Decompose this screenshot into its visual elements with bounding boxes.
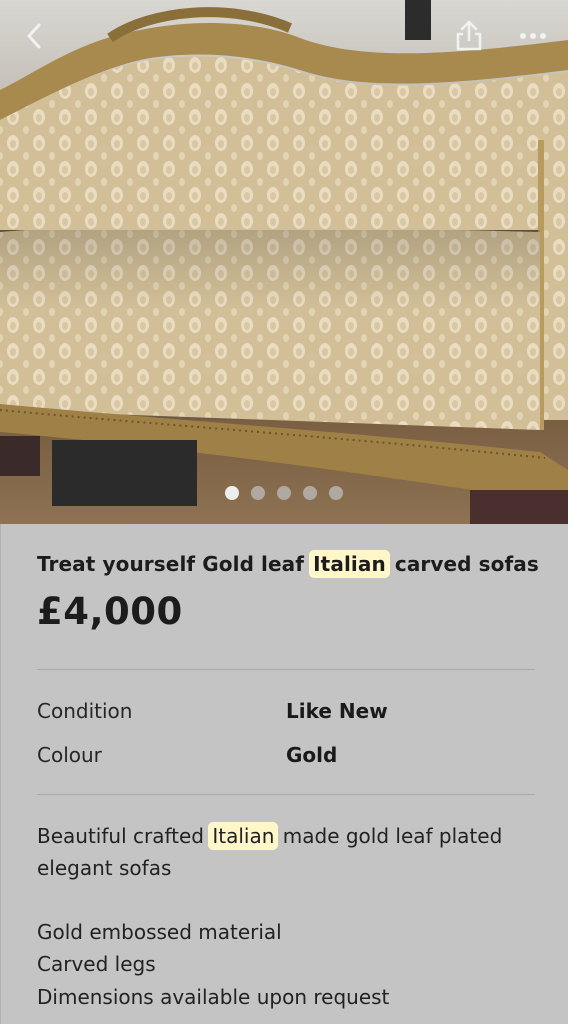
condition-value: Like New: [286, 699, 388, 723]
chevron-left-icon: [27, 23, 41, 49]
pagination-dot[interactable]: [329, 486, 343, 500]
top-navigation: [0, 0, 568, 72]
colour-value: Gold: [286, 743, 338, 767]
listing-title: Treat yourself Gold leaf Italian carved …: [37, 550, 539, 578]
divider: [37, 669, 535, 670]
more-options-button[interactable]: [515, 18, 551, 54]
listing-details: Treat yourself Gold leaf Italian carved …: [0, 524, 568, 1024]
listing-price: £4,000: [37, 590, 183, 633]
description-line: Beautiful crafted Italian made gold leaf…: [37, 820, 502, 852]
pagination-dot[interactable]: [251, 486, 265, 500]
share-button[interactable]: [451, 18, 487, 54]
title-text-start: Treat yourself Gold leaf: [37, 552, 312, 576]
photo-pagination[interactable]: [0, 486, 568, 500]
search-highlight: Italian: [208, 822, 279, 850]
description-line: Carved legs: [37, 952, 156, 976]
description-line: Dimensions available upon request: [37, 985, 390, 1009]
description-line: elegant sofas: [37, 856, 172, 880]
title-text-end: carved sofas: [387, 552, 539, 576]
pagination-dot[interactable]: [277, 486, 291, 500]
description-text-start: Beautiful crafted: [37, 824, 211, 848]
back-button[interactable]: [17, 18, 53, 54]
search-highlight: Italian: [309, 550, 390, 578]
divider: [37, 794, 535, 795]
pagination-dot[interactable]: [303, 486, 317, 500]
sofa-photo: [0, 0, 568, 524]
share-icon: [456, 20, 482, 51]
pagination-dot[interactable]: [225, 486, 239, 500]
description-text-end: made gold leaf plated: [276, 824, 503, 848]
condition-label: Condition: [37, 699, 133, 723]
more-horizontal-icon: [520, 33, 546, 39]
description-line: Gold embossed material: [37, 920, 282, 944]
colour-label: Colour: [37, 743, 102, 767]
listing-photo[interactable]: [0, 0, 568, 524]
